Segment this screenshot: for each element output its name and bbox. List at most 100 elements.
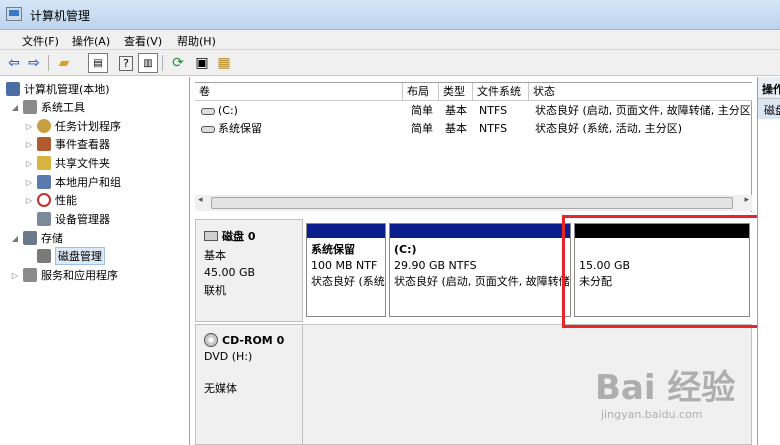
partition-status: 状态良好 (系统 — [311, 275, 385, 288]
partition-size: 29.90 GB NTFS — [394, 259, 477, 272]
disk-name: 磁盘 0 — [222, 230, 256, 243]
horizontal-scrollbar[interactable]: ◂ ▸ — [195, 195, 752, 211]
tree-item-task-scheduler[interactable]: ▷ 任务计划程序 — [24, 117, 121, 135]
tree-item-performance[interactable]: ▷ 性能 — [24, 191, 77, 209]
menu-file[interactable]: 文件(F) — [22, 33, 59, 49]
disk-type: 基本 — [204, 249, 226, 262]
help-button[interactable]: ? — [116, 53, 136, 73]
menu-help[interactable]: 帮助(H) — [177, 33, 216, 49]
users-icon — [37, 175, 51, 189]
tree-item-disk-management[interactable]: 磁盘管理 — [37, 247, 105, 265]
tree-item-computer-management[interactable]: 计算机管理(本地) — [6, 80, 110, 98]
column-header-type[interactable]: 类型 — [439, 83, 473, 101]
properties-icon: ▣ — [195, 55, 209, 71]
expand-icon[interactable]: ▷ — [24, 122, 34, 131]
refresh-button[interactable]: ⟳ — [168, 53, 188, 73]
watermark-logo: Bai 经验 — [595, 368, 736, 408]
tree-item-device-manager[interactable]: 设备管理器 — [37, 210, 110, 228]
toolbar-separator — [48, 55, 49, 71]
folder-up-icon: ▰ — [58, 55, 70, 71]
back-arrow-icon: ⇦ — [8, 55, 20, 71]
tools-icon — [23, 100, 37, 114]
up-level-button[interactable]: ▰ — [54, 53, 74, 73]
table-cell-status: 状态良好 (启动, 页面文件, 故障转储, 主分区 — [535, 104, 751, 117]
title-bar: 计算机管理 — [0, 0, 780, 30]
table-cell-volume: (C:) — [218, 104, 238, 117]
table-cell-type: 基本 — [445, 122, 467, 135]
event-viewer-icon — [37, 137, 51, 151]
shared-folder-icon — [37, 156, 51, 170]
tree-item-local-users[interactable]: ▷ 本地用户和组 — [24, 173, 121, 191]
tree-item-label: 共享文件夹 — [55, 157, 110, 170]
device-manager-icon — [37, 212, 51, 226]
tree-item-event-viewer[interactable]: ▷ 事件查看器 — [24, 135, 110, 153]
table-cell-layout: 简单 — [411, 104, 433, 117]
scrollbar-thumb[interactable] — [211, 197, 733, 209]
performance-icon — [37, 193, 51, 207]
computer-management-icon — [6, 7, 22, 21]
expand-icon[interactable]: ▷ — [10, 271, 20, 280]
expand-icon[interactable]: ▷ — [24, 196, 34, 205]
scroll-left-icon[interactable]: ◂ — [198, 195, 203, 205]
table-cell-layout: 简单 — [411, 122, 433, 135]
collapse-icon[interactable]: ◢ — [10, 234, 20, 243]
actions-header: 操作 — [758, 77, 780, 99]
tree-item-label: 性能 — [55, 194, 77, 207]
services-icon — [23, 268, 37, 282]
computer-icon — [6, 82, 20, 96]
expand-icon[interactable]: ▷ — [24, 178, 34, 187]
action-pane-button[interactable]: ▥ — [138, 53, 158, 73]
tree-item-storage[interactable]: ◢ 存储 — [10, 229, 63, 247]
collapse-icon[interactable]: ◢ — [10, 103, 20, 112]
partition-bar — [307, 224, 385, 238]
export-list-button[interactable]: ▦ — [214, 53, 234, 73]
scroll-right-icon[interactable]: ▸ — [744, 195, 749, 205]
tree-item-system-tools[interactable]: ◢ 系统工具 — [10, 98, 85, 116]
window-title: 计算机管理 — [30, 9, 91, 23]
column-header-filesystem[interactable]: 文件系统 — [473, 83, 529, 101]
drive-icon — [201, 107, 215, 115]
forward-arrow-icon: ⇨ — [28, 55, 40, 71]
tree-item-shared-folders[interactable]: ▷ 共享文件夹 — [24, 154, 110, 172]
tree-item-label: 设备管理器 — [55, 213, 110, 226]
menu-view[interactable]: 查看(V) — [124, 33, 162, 49]
disk-info-disk0[interactable]: 磁盘 0 基本 45.00 GB 联机 — [195, 219, 303, 322]
partition-size: 100 MB NTF — [311, 259, 378, 272]
tree-item-label: 磁盘管理 — [55, 247, 105, 265]
partition-system-reserved[interactable]: 系统保留 100 MB NTF 状态良好 (系统 — [306, 223, 386, 317]
watermark-url: jingyan.baidu.com — [601, 408, 703, 421]
column-header-volume[interactable]: 卷 — [195, 83, 403, 101]
expand-icon[interactable]: ▷ — [24, 140, 34, 149]
forward-button[interactable]: ⇨ — [24, 53, 44, 73]
actions-item-disk-management[interactable]: 磁盘管理 — [758, 99, 780, 119]
clock-icon — [37, 119, 51, 133]
tree-item-label: 系统工具 — [41, 101, 85, 114]
export-icon: ▦ — [217, 55, 231, 71]
disk-state: 联机 — [204, 284, 226, 297]
disk-name: CD-ROM 0 — [222, 333, 285, 347]
properties-button[interactable]: ▣ — [192, 53, 212, 73]
tree-item-label: 事件查看器 — [55, 138, 110, 151]
menu-action[interactable]: 操作(A) — [72, 33, 110, 49]
expand-icon[interactable]: ▷ — [24, 159, 34, 168]
partition-c-drive[interactable]: (C:) 29.90 GB NTFS 状态良好 (启动, 页面文件, 故障转储 — [389, 223, 571, 317]
tree-item-label: 服务和应用程序 — [41, 269, 118, 282]
show-hide-tree-button[interactable]: ▤ — [88, 53, 108, 73]
disk-state: 无媒体 — [204, 382, 237, 395]
refresh-icon: ⟳ — [172, 55, 184, 71]
menu-bar: 文件(F) 操作(A) 查看(V) 帮助(H) — [0, 30, 780, 50]
back-button[interactable]: ⇦ — [4, 53, 24, 73]
cd-rom-icon — [204, 333, 218, 347]
partition-status: 状态良好 (启动, 页面文件, 故障转储 — [394, 275, 570, 288]
drive-icon — [201, 125, 215, 133]
table-cell-type: 基本 — [445, 104, 467, 117]
highlight-annotation — [562, 215, 765, 328]
partition-name: (C:) — [394, 243, 417, 256]
column-header-status[interactable]: 状态 — [529, 83, 752, 101]
console-tree-icon: ▤ — [93, 57, 103, 69]
toolbar: ⇦ ⇨ ▰ ▤ ? ▥ ⟳ ▣ ▦ — [0, 50, 780, 76]
disk-info-cdrom0[interactable]: CD-ROM 0 DVD (H:) 无媒体 — [195, 324, 303, 445]
column-header-layout[interactable]: 布局 — [403, 83, 439, 101]
table-cell-fs: NTFS — [479, 104, 508, 117]
tree-item-services-apps[interactable]: ▷ 服务和应用程序 — [10, 266, 118, 284]
